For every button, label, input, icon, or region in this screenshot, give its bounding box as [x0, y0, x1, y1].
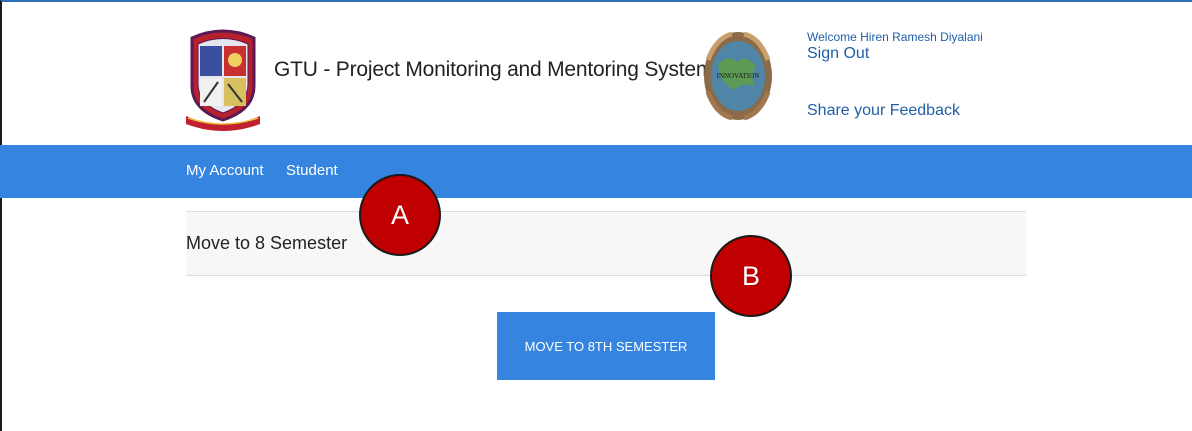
move-to-8th-semester-button[interactable]: MOVE TO 8TH SEMESTER [497, 312, 715, 380]
sign-out-link[interactable]: Sign Out [807, 45, 869, 63]
welcome-text: Welcome Hiren Ramesh Diyalani [807, 30, 983, 44]
innovation-globe-icon: INNOVATION [704, 31, 772, 121]
site-header: GTU - Project Monitoring and Mentoring S… [0, 0, 1192, 145]
annotation-marker-b: B [710, 235, 792, 317]
innovation-logo-text: INNOVATION [717, 72, 760, 80]
page-heading-panel: Move to 8 Semester [186, 211, 1026, 276]
app-title: GTU - Project Monitoring and Mentoring S… [274, 58, 714, 81]
main-navbar: My Account Student [0, 145, 1192, 198]
nav-item-student[interactable]: Student [286, 162, 338, 179]
feedback-link[interactable]: Share your Feedback [807, 102, 960, 120]
page-title: Move to 8 Semester [186, 233, 348, 253]
nav-item-my-account[interactable]: My Account [186, 162, 264, 179]
gtu-crest-icon [186, 29, 260, 131]
annotation-marker-a: A [359, 174, 441, 256]
